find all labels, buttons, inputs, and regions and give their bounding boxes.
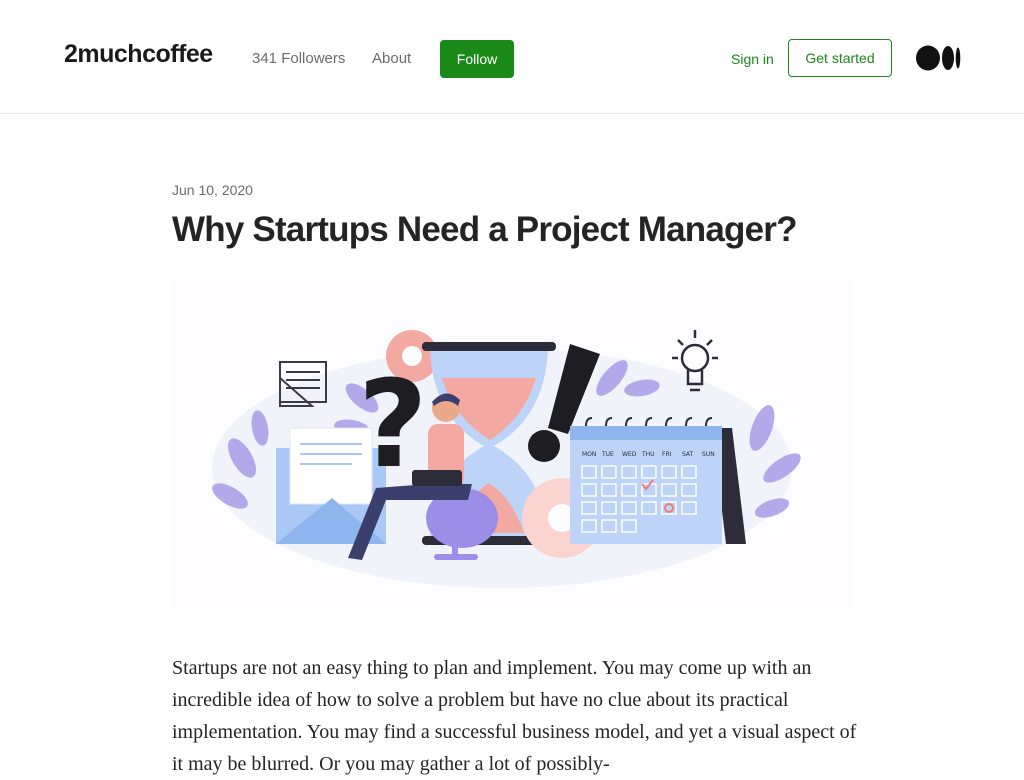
calendar-day-label: THU [641, 451, 655, 458]
medium-logo-icon[interactable] [916, 45, 962, 71]
publish-date: Jun 10, 2020 [172, 182, 253, 198]
top-bar: 2muchcoffee 341 Followers About Follow S… [0, 0, 1024, 114]
publication-name[interactable]: 2muchcoffee [64, 40, 213, 69]
calendar-day-label: SAT [682, 451, 694, 458]
calendar-day-label: MON [582, 451, 596, 458]
calendar-day-label: SUN [702, 451, 715, 458]
article-title: Why Startups Need a Project Manager? [172, 210, 797, 249]
article-paragraph: Startups are not an easy thing to plan a… [172, 657, 857, 775]
hero-illustration: ? MON TUE WED THU FRI SAT SUN [172, 278, 852, 614]
calendar-day-label: TUE [601, 451, 614, 458]
follow-button[interactable]: Follow [440, 40, 514, 78]
calendar-icon: MON TUE WED THU FRI SAT SUN [570, 417, 746, 544]
about-link[interactable]: About [372, 50, 411, 67]
sign-in-link[interactable]: Sign in [731, 51, 774, 67]
followers-count[interactable]: 341 Followers [252, 50, 345, 67]
calendar-day-label: FRI [662, 451, 672, 458]
calendar-day-label: WED [622, 451, 637, 458]
get-started-button[interactable]: Get started [788, 39, 892, 77]
